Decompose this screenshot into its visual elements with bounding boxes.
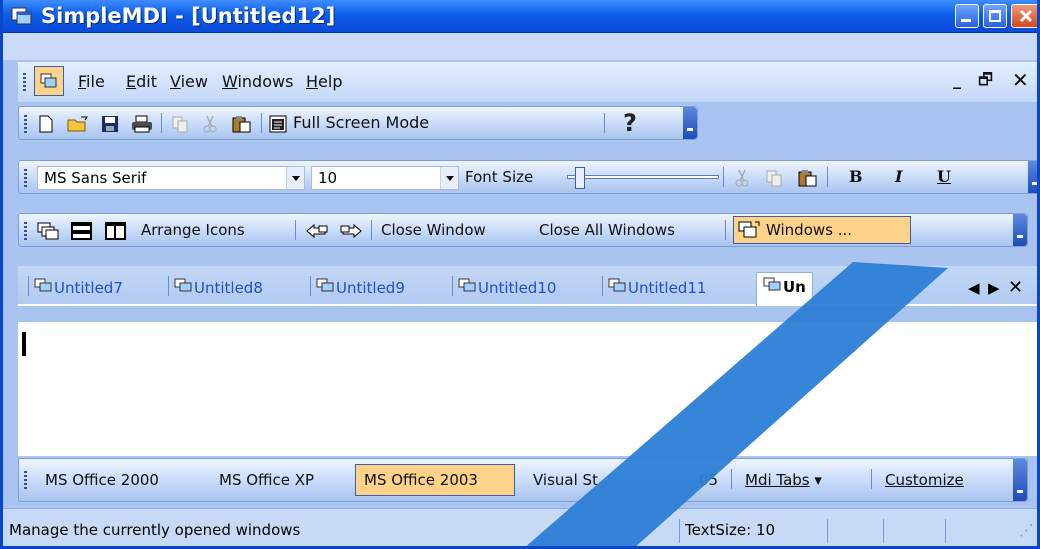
cut-icon[interactable]: [201, 115, 219, 133]
toolbar-grip[interactable]: [24, 471, 27, 489]
document-editor[interactable]: [18, 322, 1037, 456]
font-size-slider-label: Font Size: [465, 168, 534, 186]
cut-icon[interactable]: [733, 169, 751, 187]
document-icon: [316, 278, 334, 292]
document-icon: [174, 278, 192, 292]
arrange-icons-button[interactable]: Arrange Icons: [141, 214, 245, 246]
paste-icon[interactable]: [797, 169, 819, 187]
underline-button[interactable]: U: [937, 161, 951, 193]
standard-toolbar: Full Screen Mode ?: [18, 106, 698, 140]
style-visual-studio-tail: 05: [699, 471, 719, 489]
style-ms-office-2000[interactable]: MS Office 2000: [45, 464, 159, 496]
customize-button[interactable]: Customize: [885, 464, 964, 496]
paste-icon[interactable]: [231, 115, 253, 133]
resize-grip-icon[interactable]: ⋰: [1019, 517, 1034, 543]
menu-view[interactable]: View: [170, 66, 208, 98]
style-ms-office-xp[interactable]: MS Office XP: [219, 464, 314, 496]
document-icon: [34, 278, 52, 292]
bold-button[interactable]: B: [849, 161, 863, 193]
mdi-tabs-dropdown[interactable]: Mdi Tabs ▾: [745, 464, 822, 496]
document-icon: [763, 277, 781, 291]
menu-grip[interactable]: [23, 73, 26, 91]
toolbar-overflow-chevron[interactable]: [1028, 161, 1037, 193]
maximize-button[interactable]: [983, 4, 1007, 28]
toolbar-overflow-chevron[interactable]: [1013, 214, 1027, 246]
font-name-combo[interactable]: MS Sans Serif: [37, 166, 305, 190]
style-toolbar: MS Office 2000 MS Office XP MS Office 20…: [18, 458, 1028, 502]
status-bar: Manage the currently opened windows Text…: [3, 508, 1037, 546]
app-window: SimpleMDI - [Untitled12] File Edit View …: [0, 0, 1040, 549]
font-name-value: MS Sans Serif: [44, 169, 147, 187]
tab-scroll-left-icon[interactable]: ◀: [968, 274, 980, 302]
menu-file[interactable]: File: [78, 66, 105, 98]
font-size-slider-track[interactable]: [567, 175, 719, 179]
mdi-tab[interactable]: Untitled8: [174, 274, 263, 302]
document-system-menu-icon[interactable]: [34, 66, 64, 96]
tile-horizontal-icon[interactable]: [71, 222, 93, 240]
print-icon[interactable]: [131, 115, 153, 133]
tab-close-icon[interactable]: ✕: [1008, 274, 1023, 302]
formatting-toolbar: MS Sans Serif 10 Font Size B I U: [18, 160, 1037, 194]
close-icon: [1019, 9, 1033, 23]
close-window-button[interactable]: Close Window: [381, 214, 486, 246]
mdi-restore-button[interactable]: 🗗: [978, 64, 993, 96]
chevron-down-icon[interactable]: [286, 167, 304, 189]
status-text-size: TextSize: 10: [685, 521, 776, 539]
close-window-button[interactable]: [1011, 4, 1037, 28]
previous-window-icon[interactable]: [305, 222, 329, 240]
open-folder-icon[interactable]: [67, 115, 89, 133]
full-screen-icon: [269, 115, 287, 133]
italic-button[interactable]: I: [895, 161, 902, 193]
mdi-tab[interactable]: Untitled9: [316, 274, 405, 302]
font-size-value: 10: [318, 169, 338, 187]
menu-edit[interactable]: Edit: [126, 66, 157, 98]
tab-scroll-right-icon[interactable]: ▶: [988, 274, 1000, 302]
mdi-tab[interactable]: Untitled10: [458, 274, 556, 302]
toolbar-overflow-chevron[interactable]: [1013, 459, 1027, 501]
document-icon: [608, 278, 626, 292]
window-title: SimpleMDI - [Untitled12]: [41, 4, 336, 28]
status-message: Manage the currently opened windows: [9, 521, 301, 539]
cascade-icon[interactable]: [37, 222, 59, 240]
mdi-tab-active[interactable]: Un: [756, 272, 813, 306]
title-bar[interactable]: SimpleMDI - [Untitled12]: [3, 0, 1037, 33]
app-icon: [11, 7, 32, 25]
mdi-tab-strip: Untitled7 Untitled8 Untitled9 Untitled10…: [18, 266, 1037, 306]
new-document-icon[interactable]: [37, 115, 55, 133]
window-toolbar: Arrange Icons Close Window Close All Win…: [18, 213, 1028, 247]
toolbar-grip[interactable]: [24, 222, 27, 240]
mdi-tab[interactable]: Untitled7: [34, 274, 123, 302]
minimize-button[interactable]: [955, 4, 979, 28]
copy-icon[interactable]: [765, 169, 783, 187]
text-caret: [22, 332, 26, 356]
chevron-down-icon[interactable]: [440, 167, 458, 189]
menu-help[interactable]: Help: [306, 66, 342, 98]
mdi-tab[interactable]: Untitled11: [608, 274, 706, 302]
toolbar-grip[interactable]: [24, 115, 27, 133]
full-screen-label: Full Screen Mode: [293, 113, 430, 132]
next-window-icon[interactable]: [339, 222, 363, 240]
help-question-icon[interactable]: ?: [623, 107, 637, 139]
font-size-slider-thumb[interactable]: [575, 167, 585, 189]
style-ms-office-2003[interactable]: MS Office 2003: [355, 464, 515, 496]
mdi-close-button[interactable]: ✕: [1012, 64, 1029, 96]
font-size-combo[interactable]: 10: [311, 166, 459, 190]
menu-windows[interactable]: Windows: [222, 66, 293, 98]
toolbar-overflow-chevron[interactable]: [683, 107, 697, 139]
save-icon[interactable]: [101, 115, 119, 133]
style-visual-studio[interactable]: Visual St: [533, 464, 598, 496]
copy-icon[interactable]: [171, 115, 189, 133]
mdi-minimize-button[interactable]: _: [953, 64, 961, 96]
tile-vertical-icon[interactable]: [105, 222, 127, 240]
windows-list-icon: [738, 221, 760, 238]
menu-bar: File Edit View Windows Help _ 🗗 ✕: [18, 62, 1037, 102]
document-icon: [458, 278, 476, 292]
windows-list-button[interactable]: Windows ...: [733, 216, 911, 244]
toolbar-grip[interactable]: [24, 169, 27, 187]
windows-list-label: Windows ...: [766, 221, 853, 239]
close-all-windows-button[interactable]: Close All Windows: [539, 214, 675, 246]
